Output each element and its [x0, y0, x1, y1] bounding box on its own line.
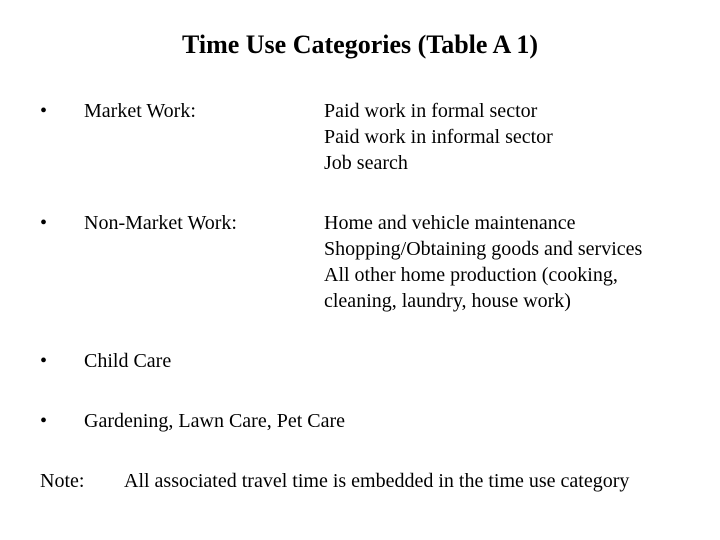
category-label: Gardening, Lawn Care, Pet Care — [84, 408, 345, 434]
bullet-icon: • — [40, 98, 84, 124]
note-label: Note: — [40, 468, 124, 494]
category-description: Paid work in formal sectorPaid work in i… — [324, 98, 680, 176]
slide-title: Time Use Categories (Table A 1) — [40, 30, 680, 60]
slide: Time Use Categories (Table A 1) • Market… — [0, 0, 720, 540]
category-label: Child Care — [84, 348, 171, 374]
bullet-icon: • — [40, 348, 84, 374]
category-description: Home and vehicle maintenanceShopping/Obt… — [324, 210, 680, 314]
category-row: • Non-Market Work: Home and vehicle main… — [40, 210, 680, 314]
category-label: Non-Market Work: — [84, 210, 324, 236]
category-row: • Market Work: Paid work in formal secto… — [40, 98, 680, 176]
category-row: • Child Care — [40, 348, 680, 374]
category-label: Market Work: — [84, 98, 324, 124]
note-row: Note: All associated travel time is embe… — [40, 468, 680, 494]
category-row: • Gardening, Lawn Care, Pet Care — [40, 408, 680, 434]
bullet-icon: • — [40, 210, 84, 236]
note-text: All associated travel time is embedded i… — [124, 468, 629, 494]
bullet-icon: • — [40, 408, 84, 434]
